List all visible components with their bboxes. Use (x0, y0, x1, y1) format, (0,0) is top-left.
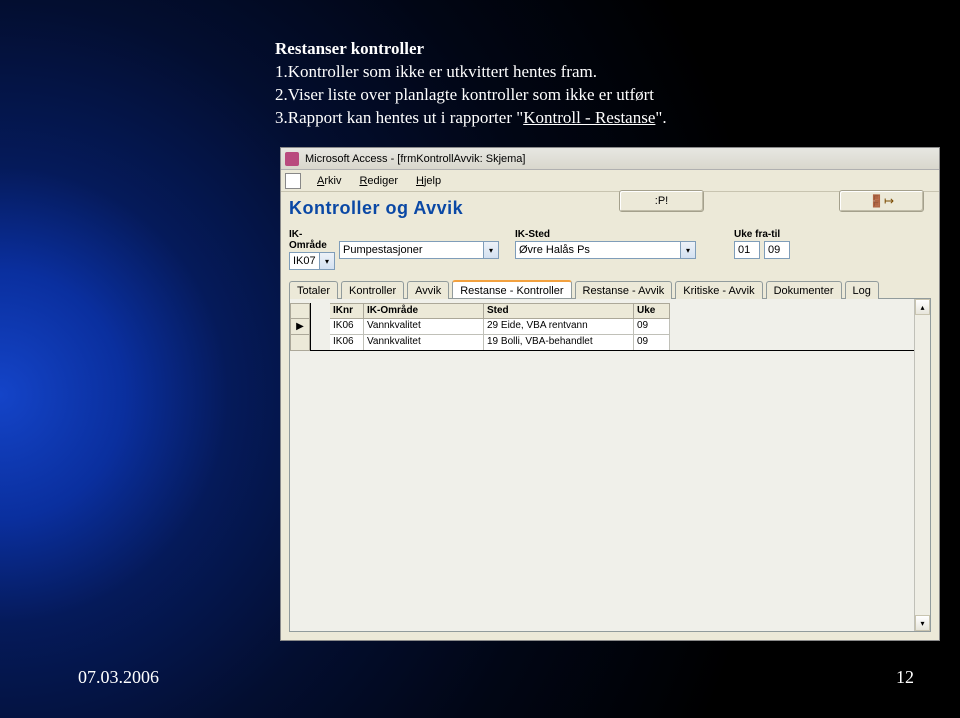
access-window: Microsoft Access - [frmKontrollAvvik: Sk… (280, 147, 940, 641)
scroll-up-button[interactable]: ▴ (915, 299, 930, 315)
tab-dokumenter[interactable]: Dokumenter (766, 281, 842, 299)
menu-arkiv[interactable]: Arkiv (309, 173, 349, 189)
ik-omrade-text-dropdown[interactable]: ▾ (483, 241, 499, 259)
form-header: Kontroller og Avvik :P! 🚪↦ (281, 192, 939, 221)
row-selector-2[interactable] (290, 335, 310, 351)
gutter-header (290, 303, 310, 319)
table-row[interactable]: IK06 Vannkvalitet 19 Bolli, VBA-behandle… (330, 335, 670, 351)
slide-line-2: 2.Viser liste over planlagte kontroller … (275, 84, 920, 107)
ik-omrade-text-input[interactable]: Pumpestasjoner (339, 241, 483, 259)
col-header-omrade[interactable]: IK-Område (364, 303, 484, 319)
refresh-icon: :P! (655, 195, 668, 207)
tab-avvik[interactable]: Avvik (407, 281, 449, 299)
form-area: Kontroller og Avvik :P! 🚪↦ IK-Område IK0… (281, 192, 939, 640)
filter-row: IK-Område IK07 ▾ Pumpestasjoner ▾ IK-Ste… (281, 221, 939, 274)
ik-sted-input[interactable]: Øvre Halås Ps (515, 241, 680, 259)
col-header-iknr[interactable]: IKnr (330, 303, 364, 319)
tabs-row: Totaler Kontroller Avvik Restanse - Kont… (281, 274, 939, 298)
tab-kontroller[interactable]: Kontroller (341, 281, 404, 299)
ik-sted-dropdown[interactable]: ▾ (680, 241, 696, 259)
footer-date: 07.03.2006 (78, 667, 159, 688)
form-doc-icon (285, 173, 301, 189)
scroll-down-button[interactable]: ▾ (915, 615, 930, 631)
ik-sted-label: IK-Sted (515, 229, 700, 240)
grid-header-row: IKnr IK-Område Sted Uke (330, 303, 670, 319)
menubar: Arkiv Rediger Hjelp (281, 170, 939, 192)
titlebar: Microsoft Access - [frmKontrollAvvik: Sk… (281, 148, 939, 170)
tab-log[interactable]: Log (845, 281, 879, 299)
tab-totaler[interactable]: Totaler (289, 281, 338, 299)
scroll-track[interactable] (915, 315, 930, 615)
col-header-uke[interactable]: Uke (634, 303, 670, 319)
grid-frame: ▶ IKnr IK-Område Sted Uke IK06 (289, 298, 931, 632)
refresh-button[interactable]: :P! (619, 190, 704, 212)
vertical-scrollbar[interactable]: ▴ ▾ (914, 299, 930, 631)
uke-label: Uke fra-til (734, 229, 790, 240)
slide-line-1: 1.Kontroller som ikke er utkvittert hent… (275, 61, 920, 84)
form-heading: Kontroller og Avvik (289, 198, 463, 219)
tab-kritiske-avvik[interactable]: Kritiske - Avvik (675, 281, 762, 299)
door-exit-icon: 🚪↦ (869, 194, 894, 208)
menu-hjelp[interactable]: Hjelp (408, 173, 449, 189)
uke-til-input[interactable]: 09 (764, 241, 790, 259)
access-app-icon (285, 152, 299, 166)
ik-omrade-code-input[interactable]: IK07 (289, 252, 319, 270)
row-selector-1[interactable]: ▶ (290, 319, 310, 335)
slide-link: Kontroll - Restanse (523, 108, 655, 127)
slide-text: Restanser kontroller 1.Kontroller som ik… (275, 38, 920, 130)
grid-gutter: ▶ (290, 303, 310, 351)
uke-fra-input[interactable]: 01 (734, 241, 760, 259)
col-header-sted[interactable]: Sted (484, 303, 634, 319)
ik-omrade-label: IK-Område (289, 229, 337, 251)
ik-omrade-code-dropdown[interactable]: ▾ (319, 252, 335, 270)
tab-restanse-kontroller[interactable]: Restanse - Kontroller (452, 280, 571, 298)
menu-rediger[interactable]: Rediger (351, 173, 406, 189)
close-form-button[interactable]: 🚪↦ (839, 190, 924, 212)
window-title: Microsoft Access - [frmKontrollAvvik: Sk… (305, 153, 525, 165)
tab-restanse-avvik[interactable]: Restanse - Avvik (575, 281, 673, 299)
table-row[interactable]: IK06 Vannkvalitet 29 Eide, VBA rentvann … (330, 319, 670, 335)
slide-heading: Restanser kontroller (275, 38, 920, 61)
footer-page: 12 (896, 667, 914, 688)
grid-body: ▶ IKnr IK-Område Sted Uke IK06 (290, 299, 914, 631)
slide-line-3: 3.Rapport kan hentes ut i rapporter "Kon… (275, 107, 920, 130)
